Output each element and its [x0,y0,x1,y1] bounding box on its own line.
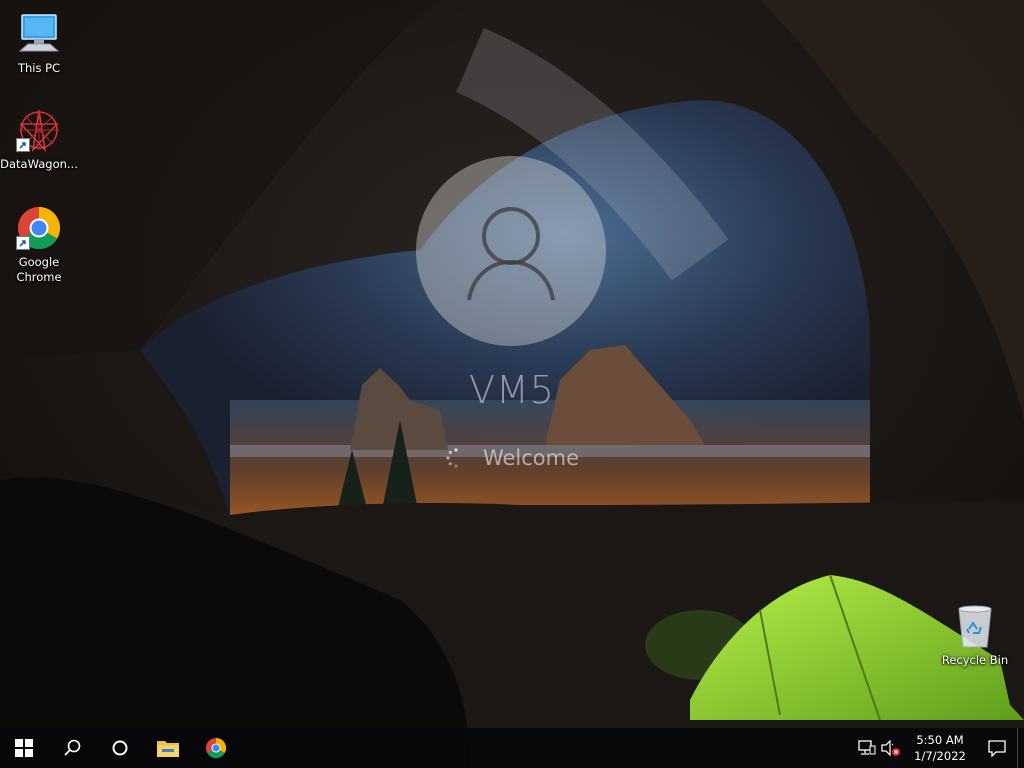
taskbar: 5:50 AM 1/7/2022 [0,728,1024,768]
user-icon [467,207,555,301]
cortana-button[interactable] [96,728,144,768]
file-explorer-icon [157,741,179,757]
loading-spinner-icon [446,448,458,468]
chrome-icon [205,737,227,759]
clock-time: 5:50 AM [916,733,964,747]
file-explorer-button[interactable] [144,728,192,768]
start-button[interactable] [0,728,48,768]
start-icon [15,739,33,757]
user-avatar [416,156,606,346]
login-screen: VM5 Welcome [0,0,1024,728]
chrome-taskbar-button[interactable] [192,728,240,768]
network-button[interactable] [855,728,879,768]
taskbar-clock[interactable]: 5:50 AM 1/7/2022 [903,732,977,764]
action-center-button[interactable] [977,728,1017,768]
network-icon [858,740,876,755]
volume-muted-icon [881,740,900,756]
search-icon [64,739,81,756]
notification-icon [988,740,1006,757]
system-tray: 5:50 AM 1/7/2022 [855,728,1024,768]
show-desktop-button[interactable] [1017,728,1024,768]
welcome-text: Welcome [482,446,580,470]
username: VM5 [469,368,555,412]
welcome-status: Welcome [0,446,1024,470]
clock-date: 1/7/2022 [914,749,966,763]
cortana-icon [112,740,128,756]
search-button[interactable] [48,728,96,768]
volume-button[interactable] [879,728,903,768]
